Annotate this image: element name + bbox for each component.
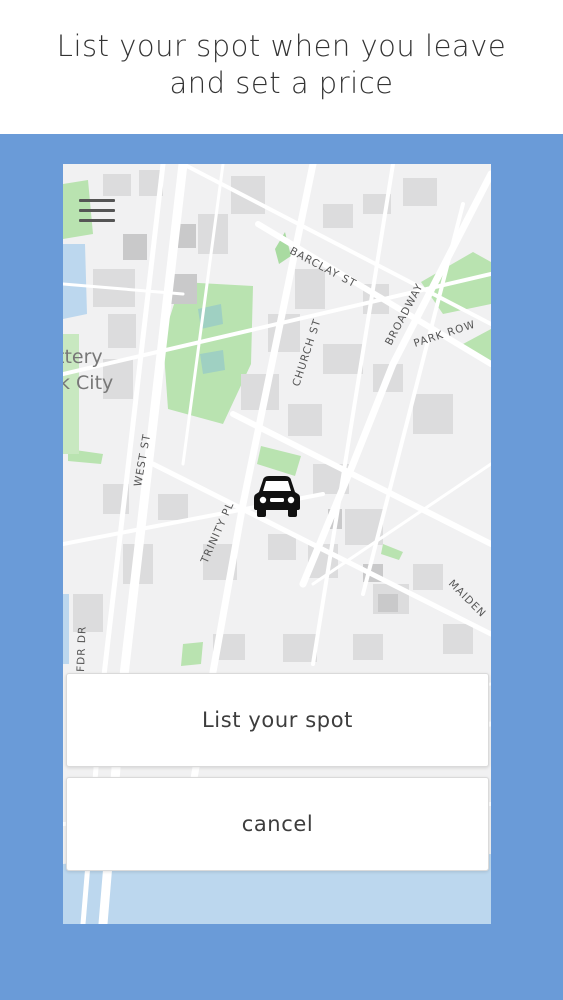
list-your-spot-button[interactable]: List your spot (66, 673, 489, 767)
menu-bar-middle (79, 209, 115, 212)
car-icon[interactable] (253, 474, 301, 518)
street-label-fdr: FDR DR (75, 626, 89, 673)
headline-banner: List your spot when you leave and set a … (0, 0, 563, 134)
headline-line-2: and set a price (169, 66, 394, 100)
area-label-line-2: k City (63, 372, 113, 394)
area-label-line-1: ttery (63, 346, 103, 368)
menu-bar-bottom (79, 219, 115, 222)
hamburger-menu-icon[interactable] (77, 194, 117, 226)
cancel-button[interactable]: cancel (66, 777, 489, 871)
menu-bar-top (79, 199, 115, 202)
headline-line-1: List your spot when you leave (56, 29, 507, 63)
app-screen: BARCLAY ST BROADWAY PARK ROW CHURCH ST W… (63, 164, 491, 924)
